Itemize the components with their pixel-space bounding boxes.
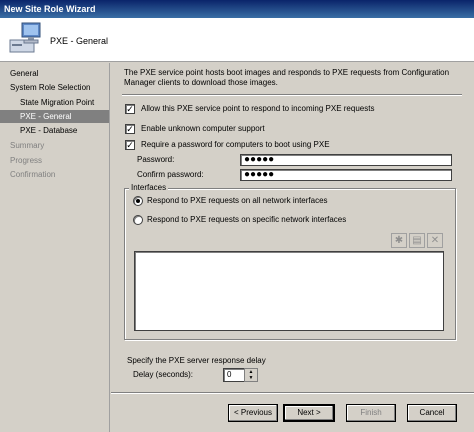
- interfaces-legend: Interfaces: [129, 183, 169, 193]
- sidebar-item-general[interactable]: General: [0, 67, 109, 80]
- require-password-checkbox[interactable]: ✓: [125, 140, 135, 150]
- respond-specific-radio[interactable]: [133, 215, 143, 225]
- sidebar-item-progress: Progress: [10, 156, 43, 165]
- separator: [122, 94, 462, 96]
- require-password-label: Require a password for computers to boot…: [141, 140, 330, 149]
- unknown-computer-label: Enable unknown computer support: [141, 124, 265, 133]
- unknown-computer-checkbox[interactable]: ✓: [125, 124, 135, 134]
- properties-icon[interactable]: ▤: [409, 233, 425, 248]
- finish-button[interactable]: Finish: [346, 404, 396, 422]
- sidebar-item-pxe-general[interactable]: PXE - General: [0, 110, 109, 123]
- confirm-password-label: Confirm password:: [137, 170, 204, 179]
- respond-all-radio[interactable]: [133, 196, 143, 206]
- delay-prompt: Specify the PXE server response delay: [127, 356, 266, 365]
- delete-icon[interactable]: ✕: [427, 233, 443, 248]
- computer-icon: [9, 22, 41, 53]
- previous-button[interactable]: < Previous: [228, 404, 278, 422]
- new-interface-icon[interactable]: ✱: [391, 233, 407, 248]
- allow-pxe-checkbox[interactable]: ✓: [125, 104, 135, 114]
- password-label: Password:: [137, 155, 175, 164]
- sidebar-item-state-migration-point[interactable]: State Migration Point: [0, 96, 109, 109]
- password-field[interactable]: ●●●●●: [240, 154, 452, 166]
- page-description: The PXE service point hosts boot images …: [124, 68, 450, 87]
- respond-specific-label: Respond to PXE requests on specific netw…: [147, 215, 347, 224]
- page-title: PXE - General: [50, 36, 109, 46]
- allow-pxe-label: Allow this PXE service point to respond …: [141, 104, 375, 113]
- sidebar-item-confirmation: Confirmation: [10, 170, 56, 179]
- wizard-sidebar: General System Role Selection State Migr…: [0, 63, 110, 432]
- sidebar-item-system-role-selection[interactable]: System Role Selection: [0, 81, 109, 94]
- footer-separator: [111, 392, 474, 394]
- delay-input[interactable]: 0: [223, 368, 245, 382]
- window-title: New Site Role Wizard: [0, 0, 474, 18]
- confirm-password-field[interactable]: ●●●●●: [240, 169, 452, 181]
- delay-label: Delay (seconds):: [133, 370, 194, 379]
- sidebar-item-summary: Summary: [10, 141, 45, 150]
- delay-spinner[interactable]: ▲ ▼: [244, 368, 258, 382]
- next-button[interactable]: Next >: [283, 404, 335, 422]
- sidebar-item-pxe-database[interactable]: PXE - Database: [0, 124, 109, 137]
- respond-all-label: Respond to PXE requests on all network i…: [147, 196, 328, 205]
- cancel-button[interactable]: Cancel: [407, 404, 457, 422]
- spin-down-icon[interactable]: ▼: [245, 375, 257, 381]
- interfaces-list[interactable]: [134, 251, 444, 331]
